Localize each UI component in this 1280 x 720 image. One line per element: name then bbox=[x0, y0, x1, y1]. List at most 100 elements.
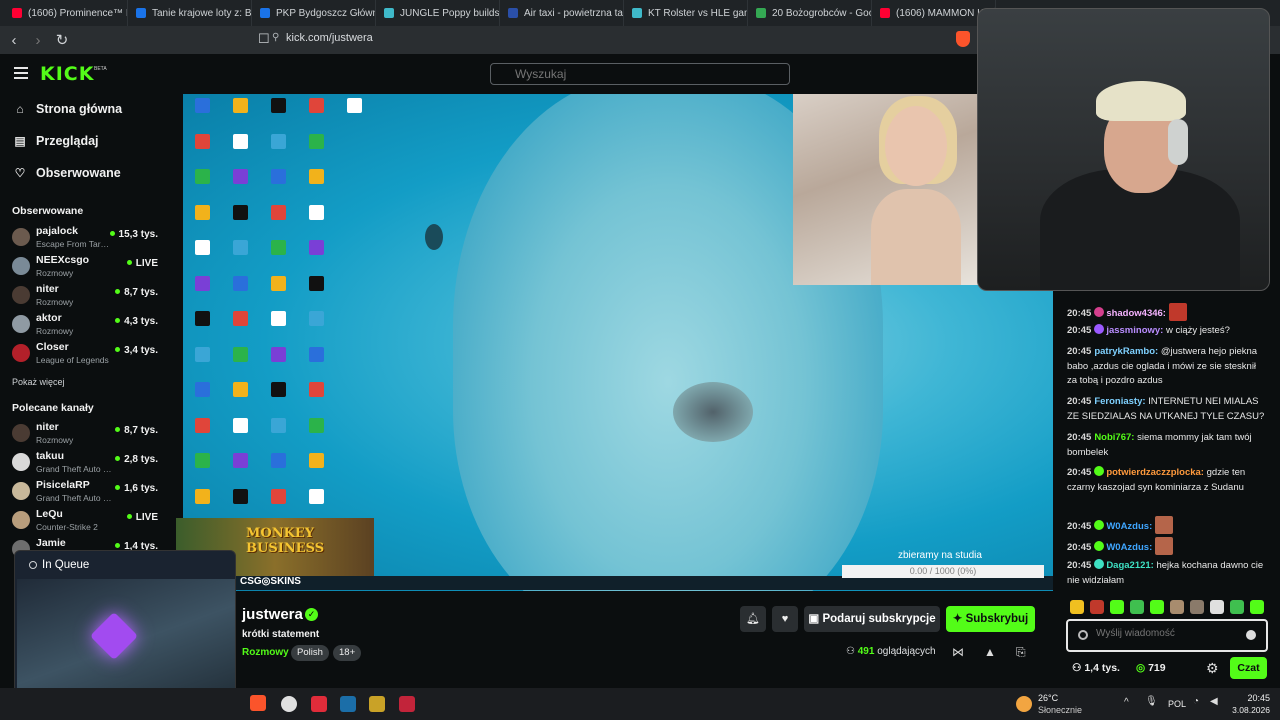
desktop-shortcut-icon bbox=[195, 240, 210, 255]
language-indicator[interactable]: POL bbox=[1168, 699, 1186, 709]
emote-icon[interactable] bbox=[1210, 600, 1224, 614]
volume-icon[interactable]: ◀ bbox=[1210, 696, 1218, 707]
menu-icon[interactable] bbox=[14, 67, 28, 82]
recommended-channel[interactable]: takuu Grand Theft Auto … 2,8 tys. bbox=[12, 449, 162, 477]
browser-tab[interactable]: Tanie krajowe loty z: Bydg bbox=[128, 0, 252, 26]
wifi-icon[interactable]: ◔ bbox=[1193, 696, 1199, 707]
desktop-shortcut-icon bbox=[309, 133, 324, 149]
recommended-channel[interactable]: niter Rozmowy 8,7 tys. bbox=[12, 420, 162, 448]
chat-message: 20:45 Feroniasty: INTERNETU NEI MIALAS ZE… bbox=[1067, 396, 1265, 422]
steam-icon[interactable] bbox=[340, 696, 356, 712]
emote-icon[interactable] bbox=[1170, 600, 1184, 614]
tray-chevron-icon[interactable]: ^ bbox=[1124, 697, 1129, 708]
search-input[interactable] bbox=[490, 63, 790, 85]
league-icon[interactable] bbox=[369, 696, 385, 712]
brave-icon[interactable] bbox=[250, 695, 266, 711]
desktop-shortcut-icon bbox=[233, 346, 248, 362]
reload-icon[interactable]: ↻ bbox=[52, 30, 72, 50]
emote-icon[interactable] bbox=[1230, 600, 1244, 614]
viewers-icon: ⚇ bbox=[846, 646, 858, 657]
desktop-shortcut-icon bbox=[271, 382, 286, 397]
chat-input-box bbox=[1066, 619, 1268, 652]
goal-progress-bar: 0.00 / 1000 (0%) bbox=[842, 565, 1044, 578]
emote-icon[interactable] bbox=[1250, 600, 1264, 614]
followed-channel[interactable]: pajalock Escape From Tar… 15,3 tys. bbox=[12, 224, 162, 252]
gift-subs-button[interactable]: ▣ Podaruj subskrypcje bbox=[804, 606, 940, 632]
url-field[interactable]: kick.com/justwera bbox=[286, 32, 373, 44]
brave-shield-icon[interactable] bbox=[956, 31, 970, 47]
chat-input[interactable] bbox=[1096, 628, 1246, 639]
browser-tab[interactable]: 20 Bożogrobców - Googl bbox=[748, 0, 872, 26]
stream-title: krótki statement bbox=[242, 629, 320, 640]
browser-tab[interactable]: (1606) Prominence™ II Ha bbox=[4, 0, 128, 26]
follow-button[interactable]: ♥ bbox=[772, 606, 798, 632]
tag-language[interactable]: Polish bbox=[291, 645, 329, 661]
followed-section-title: Obserwowane bbox=[12, 205, 84, 217]
maps-icon bbox=[756, 8, 766, 18]
followed-channel[interactable]: aktor Rozmowy 4,3 tys. bbox=[12, 311, 162, 339]
followed-channel[interactable]: NEEXcsgo Rozmowy LIVE bbox=[12, 253, 162, 281]
nav-browse[interactable]: ▤ Przeglądaj bbox=[14, 134, 98, 148]
sub-badge-icon bbox=[1094, 541, 1105, 551]
subscribe-button[interactable]: ✦ Subskrybuj bbox=[946, 606, 1035, 632]
obs-icon[interactable] bbox=[281, 696, 297, 712]
desktop-shortcut-icon bbox=[309, 417, 324, 433]
desktop-shortcut-icon bbox=[195, 169, 210, 184]
face bbox=[885, 106, 947, 186]
site-icon bbox=[384, 8, 394, 18]
clock-date[interactable]: 3.08.2026 bbox=[1220, 705, 1270, 715]
emote-icon[interactable] bbox=[1130, 600, 1144, 614]
avatar bbox=[12, 511, 30, 529]
chat-settings-icon[interactable]: ⚙ bbox=[1206, 660, 1219, 677]
browser-tab[interactable]: PKP Bydgoszcz Główna > bbox=[252, 0, 376, 26]
sun-icon bbox=[1016, 696, 1032, 712]
emote-icon[interactable] bbox=[1190, 600, 1204, 614]
emote-icon[interactable] bbox=[1090, 600, 1104, 614]
nav-following[interactable]: ♡ Obserwowane bbox=[14, 166, 121, 180]
report-icon[interactable]: ▲ bbox=[984, 645, 996, 659]
back-icon[interactable]: ‹ bbox=[4, 30, 24, 50]
share-icon[interactable]: ⋈ bbox=[952, 645, 964, 659]
notification-bell-button[interactable]: 🔔︎ bbox=[740, 606, 766, 632]
desktop-shortcut-icon bbox=[271, 98, 286, 113]
youtube-icon bbox=[12, 8, 22, 18]
kick-logo[interactable]: KICK bbox=[40, 63, 94, 85]
followed-channel[interactable]: Closer League of Legends 3,4 tys. bbox=[12, 340, 162, 368]
webcam-overlay-streamer bbox=[793, 94, 978, 285]
followed-channel[interactable]: niter Rozmowy 8,7 tys. bbox=[12, 282, 162, 310]
site-info-icon[interactable]: ⚲ bbox=[272, 32, 279, 43]
stream-category[interactable]: Rozmowy bbox=[242, 647, 289, 658]
chat-message: 20:45 Nobi767: siema mommy jak tam twój b… bbox=[1067, 432, 1252, 458]
valorant-icon[interactable] bbox=[399, 696, 415, 712]
desktop-shortcut-icon bbox=[271, 311, 286, 326]
recommended-channel[interactable]: LeQu Counter-Strike 2 LIVE bbox=[12, 507, 162, 535]
forward-icon[interactable]: › bbox=[28, 30, 48, 50]
gift-icon: ▣ bbox=[808, 613, 823, 625]
send-chat-button[interactable]: Czat bbox=[1230, 657, 1267, 679]
emoji-picker-icon[interactable] bbox=[1246, 630, 1256, 640]
browser-tab[interactable]: JUNGLE Poppy builds - Sc bbox=[376, 0, 500, 26]
bell-icon: 🔔︎ bbox=[746, 613, 760, 625]
emote-icon[interactable] bbox=[1070, 600, 1084, 614]
recommended-channel[interactable]: PisicelaRP Grand Theft Auto … 1,6 tys. bbox=[12, 478, 162, 506]
heart-icon: ♥ bbox=[781, 613, 789, 625]
browser-tab[interactable]: Air taxi - powietrzna takse bbox=[500, 0, 624, 26]
nav-home[interactable]: ⌂ Strona główna bbox=[14, 102, 122, 116]
site-icon bbox=[632, 8, 642, 18]
emote-icon[interactable] bbox=[1150, 600, 1164, 614]
clip-icon[interactable]: ⎘ bbox=[1016, 645, 1026, 660]
emote-icon[interactable] bbox=[1110, 600, 1124, 614]
app-icon[interactable] bbox=[311, 696, 327, 712]
clock-time[interactable]: 20:45 bbox=[1230, 693, 1270, 703]
channel-points[interactable]: ◎ 719 bbox=[1136, 662, 1166, 674]
browser-tab[interactable]: KT Rolster vs HLE game 3 bbox=[624, 0, 748, 26]
show-more-link[interactable]: Pokaż więcej bbox=[12, 377, 65, 387]
tag-age[interactable]: 18+ bbox=[333, 645, 362, 661]
streamer-name[interactable]: justwera bbox=[242, 606, 303, 623]
desktop-shortcut-icon bbox=[309, 311, 324, 326]
desktop-shortcut-icon bbox=[309, 382, 324, 397]
desktop-shortcut-icon bbox=[271, 169, 286, 184]
bookmark-icon[interactable]: ☐ bbox=[258, 31, 270, 47]
microphone-icon[interactable]: 🎙︎ bbox=[1145, 696, 1158, 707]
desktop-shortcut-icon bbox=[309, 98, 324, 113]
